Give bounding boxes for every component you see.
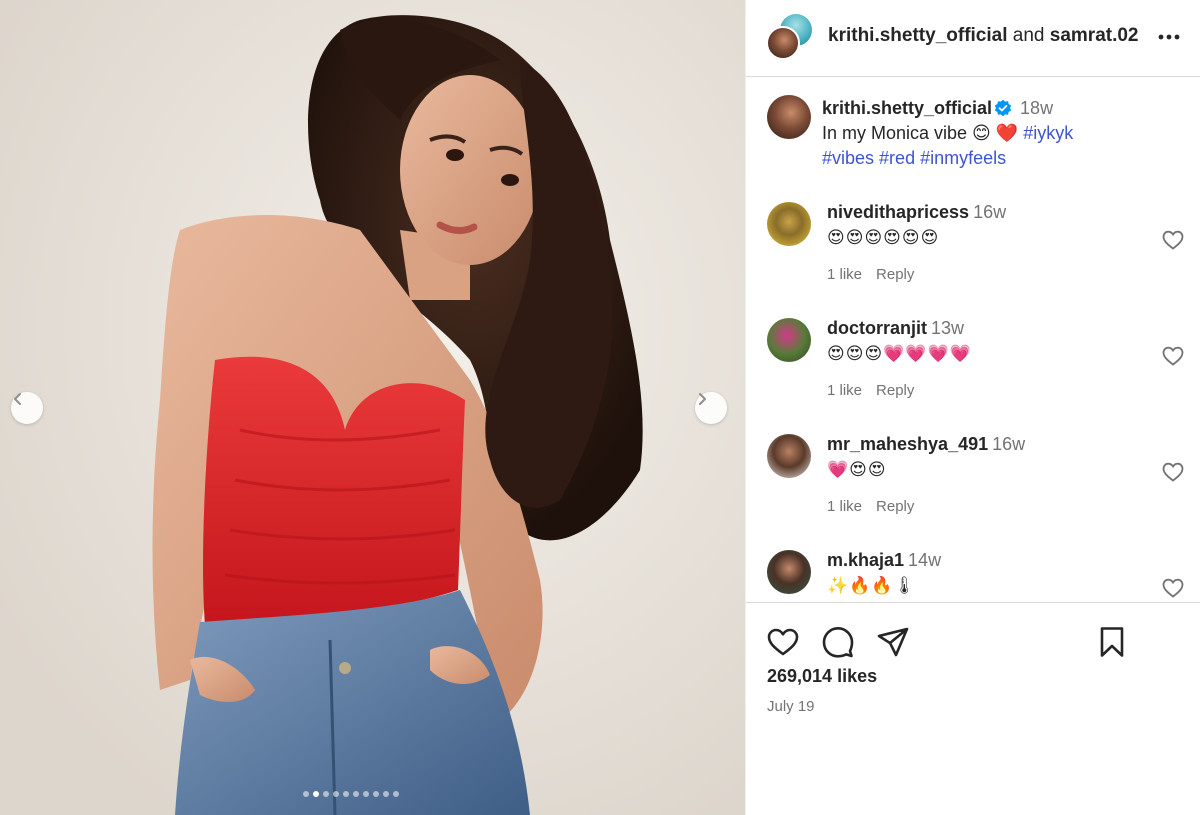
hashtag-link[interactable]: #iykyk: [1023, 123, 1073, 143]
post-date[interactable]: July 19: [767, 698, 815, 715]
caption-username[interactable]: krithi.shetty_official: [822, 98, 992, 118]
heart-icon[interactable]: [1161, 344, 1185, 368]
post-media[interactable]: [0, 0, 745, 815]
comment-time[interactable]: 13w: [931, 318, 964, 338]
reply-button[interactable]: Reply: [876, 382, 914, 399]
comment-item: mr_maheshya_491 16w 💗😍😍 1 like Reply: [746, 422, 1200, 538]
likes-count[interactable]: 269,014 likes: [767, 666, 877, 687]
comment-text: 😍😍😍😍😍😍: [827, 228, 940, 247]
carousel-dot: [353, 791, 359, 797]
avatar[interactable]: [767, 434, 811, 478]
more-horizontal-icon: [1158, 34, 1180, 40]
carousel-dot: [363, 791, 369, 797]
hashtag-link[interactable]: #inmyfeels: [920, 148, 1006, 168]
post-photo: [0, 0, 745, 815]
bookmark-icon[interactable]: [1095, 625, 1129, 659]
avatar-author[interactable]: [766, 26, 800, 60]
chevron-right-icon: [699, 393, 706, 405]
comment-username[interactable]: niveditha​pricess: [827, 202, 969, 222]
comment-like-count[interactable]: 1 like: [827, 266, 862, 283]
comment-username[interactable]: mr_maheshya_491: [827, 434, 988, 454]
avatar[interactable]: [767, 550, 811, 594]
comment-text: 💗😍😍: [827, 460, 887, 479]
comment-item: niveditha​pricess 16w 😍😍😍😍😍😍 1 like Reply: [746, 190, 1200, 306]
comment-time[interactable]: 16w: [973, 202, 1006, 222]
hashtag-link[interactable]: #vibes: [822, 148, 874, 168]
header-username-1[interactable]: krithi.shetty_official: [828, 25, 1008, 46]
verified-badge-icon: [994, 99, 1012, 117]
caption: krithi.shetty_official 18w In my Monica …: [822, 96, 1162, 171]
header-title: krithi.shetty_official and samrat.02: [828, 25, 1139, 47]
chevron-left-icon: [14, 393, 21, 405]
avatar[interactable]: [767, 318, 811, 362]
comment-like-count[interactable]: 1 like: [827, 498, 862, 515]
header-conjunction: and: [1012, 25, 1045, 46]
comment-time[interactable]: 14w: [908, 550, 941, 570]
comment-username[interactable]: doctorranjit: [827, 318, 927, 338]
caption-text: In my Monica vibe 😊 ❤️: [822, 123, 1019, 143]
heart-icon[interactable]: [1161, 460, 1185, 484]
carousel-dot: [383, 791, 389, 797]
comment-item: m.khaja1 14w ✨🔥🔥🌡: [746, 538, 1200, 602]
carousel-dot: [393, 791, 399, 797]
more-options-button[interactable]: [1156, 24, 1182, 50]
comment-text: ✨🔥🔥🌡: [827, 576, 917, 595]
caption-avatar[interactable]: [767, 95, 811, 139]
post-side-panel: krithi.shetty_official and samrat.02 kri…: [745, 0, 1200, 815]
carousel-dot: [313, 791, 319, 797]
post-header: krithi.shetty_official and samrat.02: [746, 0, 1200, 77]
heart-icon[interactable]: [1161, 228, 1185, 252]
comment-bubble-icon[interactable]: [821, 625, 855, 659]
comment-time[interactable]: 16w: [992, 434, 1025, 454]
comment-item: doctorranjit 13w 😍😍😍💗💗💗💗 1 like Reply: [746, 306, 1200, 422]
comment-text: 😍😍😍💗💗💗💗: [827, 344, 972, 363]
heart-icon[interactable]: [1161, 576, 1185, 600]
like-heart-icon[interactable]: [766, 625, 800, 659]
previous-photo-button[interactable]: [11, 392, 43, 424]
carousel-dot: [333, 791, 339, 797]
reply-button[interactable]: Reply: [876, 266, 914, 283]
reply-button[interactable]: Reply: [876, 498, 914, 515]
header-username-2[interactable]: samrat.02: [1050, 25, 1139, 46]
carousel-dot: [343, 791, 349, 797]
caption-time[interactable]: 18w: [1020, 98, 1053, 118]
hashtag-link[interactable]: #red: [879, 148, 915, 168]
avatar[interactable]: [767, 202, 811, 246]
carousel-dot: [303, 791, 309, 797]
carousel-indicator: [303, 791, 399, 797]
comment-username[interactable]: m.khaja1: [827, 550, 904, 570]
collab-avatars[interactable]: [766, 14, 814, 60]
comments-list[interactable]: niveditha​pricess 16w 😍😍😍😍😍😍 1 like Reply …: [746, 190, 1200, 602]
comment-like-count[interactable]: 1 like: [827, 382, 862, 399]
share-send-icon[interactable]: [876, 625, 910, 659]
next-photo-button[interactable]: [695, 392, 727, 424]
carousel-dot: [373, 791, 379, 797]
carousel-dot: [323, 791, 329, 797]
